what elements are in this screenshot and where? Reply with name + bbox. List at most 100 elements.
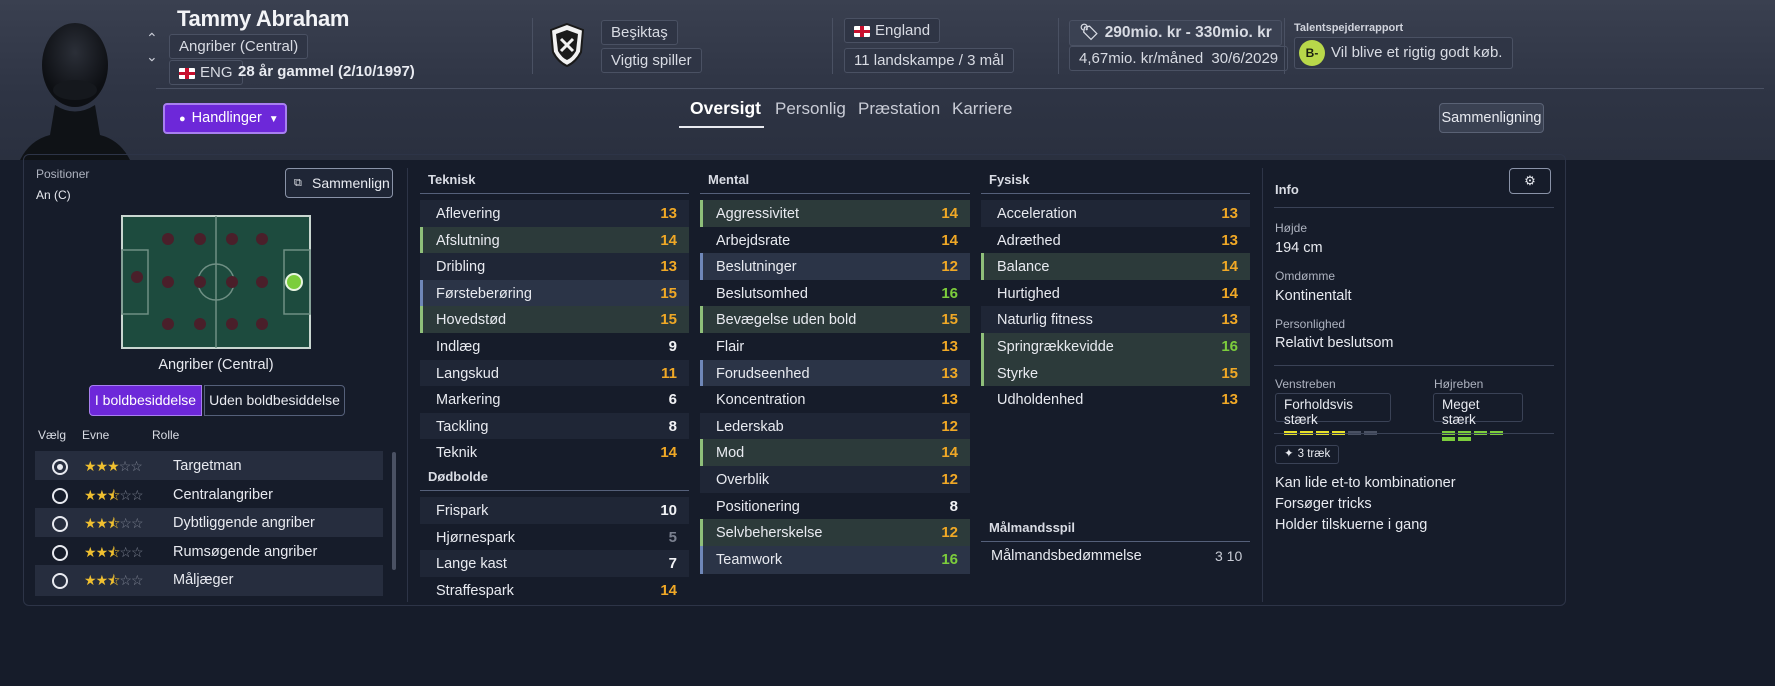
attribute-row[interactable]: Markering 6 bbox=[420, 386, 689, 415]
role-row[interactable]: ★★⯪☆☆ Rumsøgende angriber bbox=[35, 536, 383, 568]
nationality-code: ENG bbox=[200, 64, 233, 81]
attribute-row[interactable]: Styrke 15 bbox=[981, 359, 1250, 388]
role-row[interactable]: ★★⯪☆☆ Centralangriber bbox=[35, 479, 383, 511]
age-text: 28 år gammel (2/10/1997) bbox=[238, 63, 415, 80]
col-select: Vælg bbox=[38, 428, 67, 442]
attribute-name: Aflevering bbox=[436, 206, 501, 222]
attribute-row[interactable]: Hurtighed 14 bbox=[981, 279, 1250, 308]
previous-player-icon[interactable]: ⌃ bbox=[146, 30, 158, 47]
attribute-row[interactable]: Lederskab 12 bbox=[700, 412, 970, 441]
attribute-value: 13 bbox=[660, 205, 677, 222]
attribute-row[interactable]: Straffespark 14 bbox=[420, 576, 689, 605]
attribute-value: 13 bbox=[941, 338, 958, 355]
attribute-name: Teknik bbox=[436, 445, 478, 462]
info-title: Info bbox=[1275, 182, 1299, 197]
attribute-row[interactable]: Dribling 13 bbox=[420, 253, 689, 282]
attribute-name: Frispark bbox=[436, 503, 489, 519]
attribute-row[interactable]: Bevægelse uden bold 15 bbox=[700, 306, 970, 335]
scout-report-title: Talentspejderrapport bbox=[1294, 22, 1404, 34]
value-pill: 🏷 290mio. kr - 330mio. kr bbox=[1069, 20, 1282, 46]
attribute-row[interactable]: Acceleration 13 bbox=[981, 200, 1250, 228]
attribute-name: Beslutsomhed bbox=[716, 285, 808, 302]
attribute-row[interactable]: Beslutninger 12 bbox=[700, 253, 970, 282]
role-stars: ★★⯪☆☆ bbox=[84, 565, 143, 596]
attribute-row[interactable]: Førsteberøring 15 bbox=[420, 279, 689, 308]
role-row[interactable]: ★★⯪☆☆ Dybtliggende angriber bbox=[35, 508, 383, 539]
attribute-row[interactable]: Frispark 10 bbox=[420, 497, 689, 525]
contract-end: 30/6/2029 bbox=[1211, 50, 1279, 67]
club-name-pill[interactable]: Beşiktaş bbox=[601, 20, 678, 45]
in-possession-toggle[interactable]: I boldbesiddelse bbox=[89, 385, 202, 416]
attribute-row[interactable]: Aflevering 13 bbox=[420, 200, 689, 228]
attribute-row[interactable]: Lange kast 7 bbox=[420, 550, 689, 579]
attribute-row[interactable]: Positionering 8 bbox=[700, 492, 970, 521]
attribute-name: Langskud bbox=[436, 365, 499, 382]
attribute-name: Afslutning bbox=[436, 232, 500, 249]
role-radio[interactable] bbox=[52, 459, 68, 475]
attribute-value: 11 bbox=[661, 364, 677, 382]
role-radio[interactable] bbox=[52, 544, 68, 561]
attribute-row[interactable]: Balance 14 bbox=[981, 253, 1250, 282]
attribute-row[interactable]: Hovedstød 15 bbox=[420, 306, 689, 335]
tab-performance[interactable]: Præstation bbox=[858, 99, 940, 119]
attribute-name: Naturlig fitness bbox=[997, 312, 1093, 329]
attribute-row[interactable]: Overblik 12 bbox=[700, 466, 970, 494]
star-icon: ★ bbox=[95, 572, 109, 588]
attribute-row[interactable]: Teamwork 16 bbox=[700, 545, 970, 574]
attribute-value: 12 bbox=[941, 524, 958, 542]
goalkeeping-title: Målmandsspil bbox=[989, 520, 1075, 535]
out-of-possession-toggle[interactable]: Uden boldbesiddelse bbox=[204, 385, 345, 416]
england-flag-icon bbox=[179, 67, 195, 79]
nation-name: England bbox=[875, 22, 931, 39]
attribute-row[interactable]: Teknik 14 bbox=[420, 439, 689, 468]
right-foot-box: Meget stærk bbox=[1433, 393, 1523, 441]
role-radio[interactable] bbox=[52, 573, 68, 589]
star-icon: ★ bbox=[95, 515, 109, 531]
actions-button[interactable]: ● Handlinger ▼ bbox=[163, 103, 287, 134]
attribute-row[interactable]: Beslutsomhed 16 bbox=[700, 279, 970, 308]
attribute-value: 16 bbox=[941, 284, 958, 302]
attribute-row[interactable]: Springrækkevidde 16 bbox=[981, 333, 1250, 361]
attribute-name: Selvbeherskelse bbox=[716, 525, 823, 542]
role-radio[interactable] bbox=[52, 516, 68, 532]
info-settings-button[interactable]: ⚙ bbox=[1509, 168, 1551, 194]
position-marker bbox=[285, 273, 303, 291]
attribute-row[interactable]: Indlæg 9 bbox=[420, 333, 689, 361]
role-row[interactable]: ★★★☆☆ Targetman bbox=[35, 451, 383, 482]
section-title: Teknisk bbox=[428, 172, 476, 187]
attribute-value: 14 bbox=[941, 205, 958, 222]
attribute-row[interactable]: Koncentration 13 bbox=[700, 386, 970, 415]
attribute-row[interactable]: Aggressivitet 14 bbox=[700, 200, 970, 228]
goalkeeping-value: 3 10 bbox=[1215, 548, 1243, 564]
next-player-icon[interactable]: ⌃ bbox=[146, 47, 158, 64]
positions-compare-button[interactable]: ⧉ Sammenlign bbox=[285, 168, 393, 198]
tab-career[interactable]: Karriere bbox=[952, 99, 1012, 119]
attribute-row[interactable]: Arbejdsrate 14 bbox=[700, 226, 970, 255]
nation-pill[interactable]: England bbox=[844, 18, 941, 43]
attribute-row[interactable]: Adræthed 13 bbox=[981, 226, 1250, 255]
role-radio[interactable] bbox=[52, 487, 68, 504]
attribute-row[interactable]: Udholdenhed 13 bbox=[981, 386, 1250, 415]
attribute-name: Teamwork bbox=[716, 551, 783, 568]
attribute-row[interactable]: Langskud 11 bbox=[420, 359, 689, 388]
wage-text: 4,67mio. kr/måned bbox=[1079, 50, 1204, 67]
attribute-row[interactable]: Flair 13 bbox=[700, 333, 970, 361]
star-icon: ☆ bbox=[119, 572, 132, 588]
attribute-row[interactable]: Afslutning 14 bbox=[420, 226, 689, 255]
pitch-position-label: Angriber (Central) bbox=[158, 357, 274, 373]
tab-personal[interactable]: Personlig bbox=[775, 99, 846, 119]
tab-overview[interactable]: Oversigt bbox=[690, 98, 761, 119]
attribute-row[interactable]: Hjørnespark 5 bbox=[420, 523, 689, 552]
attribute-row[interactable]: Selvbeherskelse 12 bbox=[700, 519, 970, 548]
attribute-row[interactable]: Mod 14 bbox=[700, 439, 970, 468]
compare-button[interactable]: Sammenligning bbox=[1439, 103, 1544, 133]
right-foot-value: Meget stærk bbox=[1442, 397, 1480, 427]
attribute-row[interactable]: Naturlig fitness 13 bbox=[981, 306, 1250, 335]
role-list-scrollbar[interactable] bbox=[392, 452, 396, 570]
scout-report-pill[interactable]: B- Vil blive et rigtig godt køb. bbox=[1294, 37, 1514, 69]
star-icon: ★ bbox=[107, 458, 120, 474]
attribute-row[interactable]: Tackling 8 bbox=[420, 412, 689, 441]
role-row[interactable]: ★★⯪☆☆ Måljæger bbox=[35, 565, 383, 596]
actions-label: Handlinger bbox=[191, 110, 262, 126]
attribute-row[interactable]: Forudseenhed 13 bbox=[700, 359, 970, 388]
